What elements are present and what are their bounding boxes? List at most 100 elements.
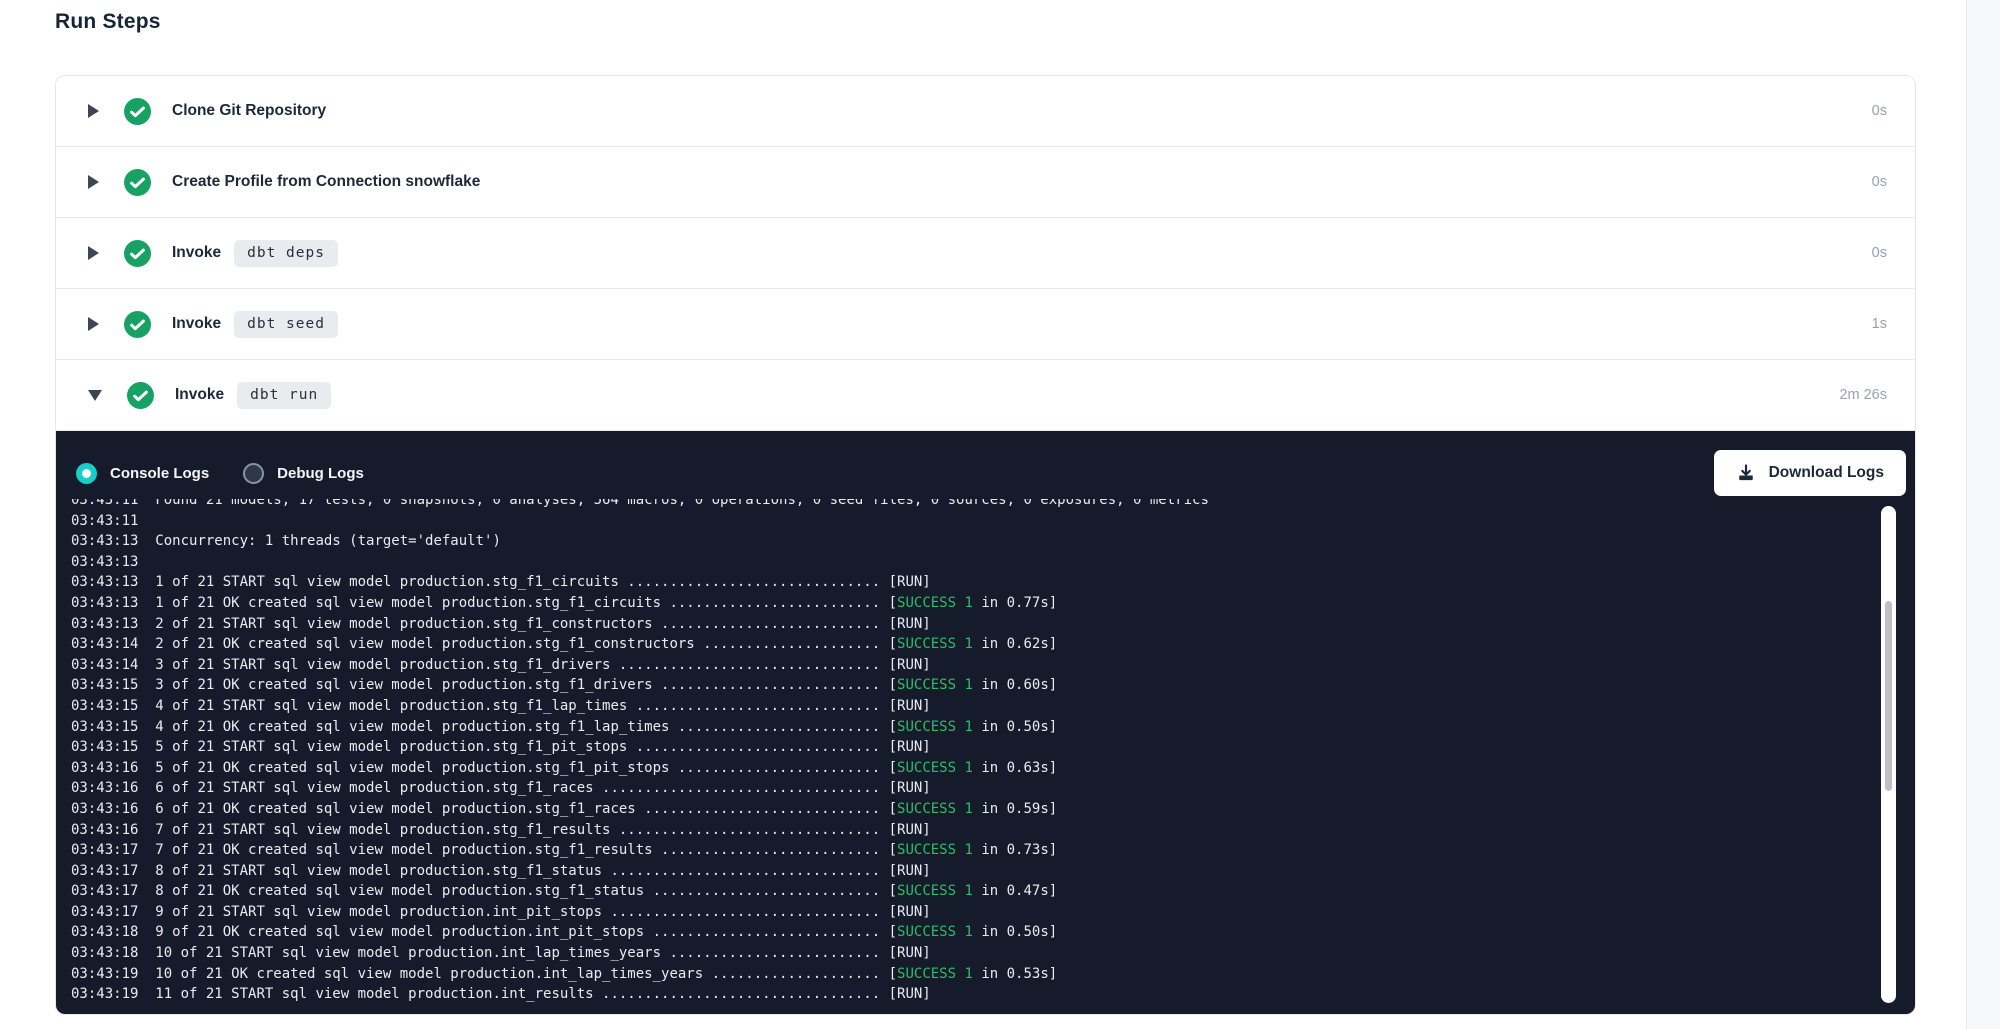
log-line: 03:43:11	[71, 511, 1805, 532]
log-line: 03:43:19 10 of 21 OK created sql view mo…	[71, 964, 1805, 985]
download-icon	[1736, 463, 1756, 483]
log-success-badge: SUCCESS 1	[897, 760, 973, 776]
log-line: 03:43:14 3 of 21 START sql view model pr…	[71, 655, 1805, 676]
run-step-row[interactable]: Invoke dbt run 2m 26s	[56, 360, 1915, 431]
radio-selected-icon	[76, 463, 97, 484]
log-success-badge: SUCCESS 1	[897, 719, 973, 735]
log-scrollbar-thumb[interactable]	[1885, 601, 1892, 791]
log-line: 03:43:19 11 of 21 START sql view model p…	[71, 984, 1805, 1004]
run-step-row[interactable]: Create Profile from Connection snowflake…	[56, 147, 1915, 218]
log-line: 03:43:13 1 of 21 OK created sql view mod…	[71, 593, 1805, 614]
log-line: 03:43:18 9 of 21 OK created sql view mod…	[71, 922, 1805, 943]
log-line: 03:43:17 9 of 21 START sql view model pr…	[71, 902, 1805, 923]
log-timestamp: 03:43:15	[71, 739, 138, 755]
log-line: 03:43:13 1 of 21 START sql view model pr…	[71, 572, 1805, 593]
run-step-row[interactable]: Clone Git Repository 0s	[56, 76, 1915, 147]
page-title: Run Steps	[55, 10, 161, 34]
log-timestamp: 03:43:16	[71, 822, 138, 838]
radio-unselected-icon	[243, 463, 264, 484]
log-lines: 03:43:11 Found 21 models, 17 tests, 0 sn…	[71, 499, 1805, 1004]
log-timestamp: 03:43:16	[71, 780, 138, 796]
step-command-pill: dbt seed	[234, 311, 338, 338]
log-scrollbar-track[interactable]	[1881, 506, 1896, 1003]
log-timestamp: 03:43:13	[71, 533, 138, 549]
log-timestamp: 03:43:16	[71, 801, 138, 817]
success-check-icon	[124, 311, 151, 338]
step-command-pill: dbt deps	[234, 240, 338, 267]
right-gutter	[1966, 0, 2000, 1029]
run-steps-list: Clone Git Repository 0s Create Profile f…	[56, 76, 1915, 431]
log-line: 03:43:14 2 of 21 OK created sql view mod…	[71, 634, 1805, 655]
log-line: 03:43:17 8 of 21 OK created sql view mod…	[71, 881, 1805, 902]
success-check-icon	[124, 240, 151, 267]
step-duration: 0s	[1872, 245, 1887, 261]
step-label: Invoke	[175, 386, 224, 404]
success-check-icon	[124, 169, 151, 196]
success-check-icon	[124, 98, 151, 125]
log-timestamp: 03:43:13	[71, 574, 138, 590]
step-duration: 2m 26s	[1839, 387, 1887, 403]
radio-console-logs[interactable]: Console Logs	[76, 463, 209, 484]
log-timestamp: 03:43:19	[71, 966, 138, 982]
log-timestamp: 03:43:11	[71, 499, 138, 508]
log-timestamp: 03:43:15	[71, 698, 138, 714]
log-line: 03:43:16 6 of 21 OK created sql view mod…	[71, 799, 1805, 820]
expander-icon[interactable]	[88, 246, 99, 260]
log-line: 03:43:13 2 of 21 START sql view model pr…	[71, 614, 1805, 635]
expander-icon[interactable]	[88, 175, 99, 189]
step-label: Clone Git Repository	[172, 102, 326, 120]
run-steps-page: Run Steps Clone Git Repository 0s Create…	[0, 0, 2000, 1029]
success-check-icon	[127, 382, 154, 409]
radio-debug-logs-label: Debug Logs	[277, 465, 364, 482]
log-success-badge: SUCCESS 1	[897, 924, 973, 940]
expander-icon[interactable]	[88, 104, 99, 118]
step-duration: 1s	[1872, 316, 1887, 332]
log-timestamp: 03:43:17	[71, 883, 138, 899]
log-line: 03:43:11 Found 21 models, 17 tests, 0 sn…	[71, 499, 1805, 511]
run-step-row[interactable]: Invoke dbt deps 0s	[56, 218, 1915, 289]
log-timestamp: 03:43:13	[71, 554, 138, 570]
expander-icon[interactable]	[88, 390, 102, 401]
step-label: Create Profile from Connection snowflake	[172, 173, 480, 191]
log-timestamp: 03:43:16	[71, 760, 138, 776]
console-log-output[interactable]: 03:43:11 Found 21 models, 17 tests, 0 sn…	[56, 499, 1805, 1004]
log-timestamp: 03:43:18	[71, 924, 138, 940]
log-panel: Console Logs Debug Logs Download Logs	[56, 431, 1915, 1014]
log-success-badge: SUCCESS 1	[897, 883, 973, 899]
log-timestamp: 03:43:17	[71, 842, 138, 858]
log-line: 03:43:15 5 of 21 START sql view model pr…	[71, 737, 1805, 758]
download-logs-label: Download Logs	[1769, 464, 1884, 482]
log-line: 03:43:17 7 of 21 OK created sql view mod…	[71, 840, 1805, 861]
run-step-row[interactable]: Invoke dbt seed 1s	[56, 289, 1915, 360]
step-duration: 0s	[1872, 103, 1887, 119]
step-label: Invoke	[172, 244, 221, 262]
log-success-badge: SUCCESS 1	[897, 636, 973, 652]
log-success-badge: SUCCESS 1	[897, 595, 973, 611]
log-timestamp: 03:43:17	[71, 904, 138, 920]
log-line: 03:43:16 5 of 21 OK created sql view mod…	[71, 758, 1805, 779]
radio-console-logs-label: Console Logs	[110, 465, 209, 482]
log-line: 03:43:13 Concurrency: 1 threads (target=…	[71, 531, 1805, 552]
log-timestamp: 03:43:13	[71, 595, 138, 611]
log-timestamp: 03:43:15	[71, 677, 138, 693]
log-timestamp: 03:43:17	[71, 863, 138, 879]
log-timestamp: 03:43:15	[71, 719, 138, 735]
step-duration: 0s	[1872, 174, 1887, 190]
log-line: 03:43:16 6 of 21 START sql view model pr…	[71, 778, 1805, 799]
log-timestamp: 03:43:18	[71, 945, 138, 961]
log-line: 03:43:16 7 of 21 START sql view model pr…	[71, 820, 1805, 841]
step-command-pill: dbt run	[237, 382, 331, 409]
radio-debug-logs[interactable]: Debug Logs	[243, 463, 364, 484]
log-line: 03:43:18 10 of 21 START sql view model p…	[71, 943, 1805, 964]
log-timestamp: 03:43:19	[71, 986, 138, 1002]
log-line: 03:43:15 4 of 21 START sql view model pr…	[71, 696, 1805, 717]
expander-icon[interactable]	[88, 317, 99, 331]
log-line: 03:43:15 4 of 21 OK created sql view mod…	[71, 717, 1805, 738]
log-timestamp: 03:43:11	[71, 513, 138, 529]
log-timestamp: 03:43:13	[71, 616, 138, 632]
log-success-badge: SUCCESS 1	[897, 801, 973, 817]
download-logs-button[interactable]: Download Logs	[1714, 450, 1906, 496]
log-line: 03:43:17 8 of 21 START sql view model pr…	[71, 861, 1805, 882]
log-success-badge: SUCCESS 1	[897, 677, 973, 693]
log-success-badge: SUCCESS 1	[897, 842, 973, 858]
